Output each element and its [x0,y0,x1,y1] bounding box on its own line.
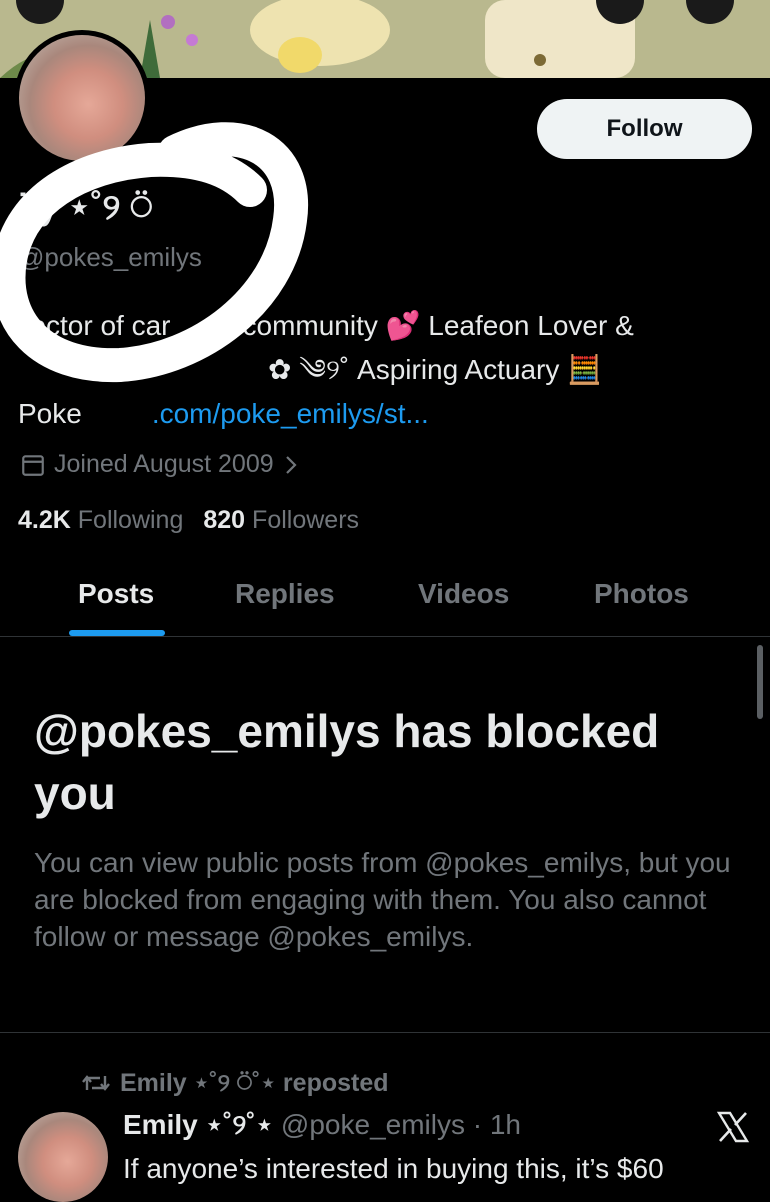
blocked-description: You can view public posts from @pokes_em… [34,847,731,952]
following-link[interactable]: 4.2K Following [18,506,183,535]
bio-text-1: llector of car [18,310,171,341]
tab-photos[interactable]: Photos [594,578,689,610]
avatar-image [19,35,145,161]
repost-icon [82,1075,110,1091]
calendar-icon [22,454,44,476]
post-author[interactable]: Emily ⋆˚୨˚⋆ [123,1109,273,1140]
divider [0,1032,770,1033]
post-avatar[interactable] [18,1112,108,1202]
follow-stats: 4.2K Following 820 Followers [18,506,359,535]
chevron-right-icon [285,455,297,474]
bio-text-2: ✿ ༄୨˚ Aspiring Actuary 🧮 [268,354,602,385]
bio-link[interactable]: .com/poke_emilys/st... [152,398,429,429]
followers-link[interactable]: 820 Followers [203,506,359,535]
tab-posts[interactable]: Posts [78,578,154,610]
repost-indicator: Emily ⋆˚୨ ⍥˚⋆ reposted [82,1068,389,1098]
tab-replies[interactable]: Replies [235,578,335,610]
tab-videos[interactable]: Videos [418,578,509,610]
scrollbar[interactable] [757,645,763,719]
profile-tabs: Posts Replies Videos Photos [0,560,770,637]
joined-label: Joined August 2009 [54,450,274,478]
post-text: If anyone’s interested in buying this, i… [123,1153,664,1184]
profile-bio: llector of car community 💕 Leafeon Lover … [18,304,748,436]
profile-avatar[interactable] [14,30,150,166]
blocked-title: @pokes_emilys has blocked you [34,705,660,819]
profile-handle: @pokes_emilys [18,242,202,272]
bio-text-3: Poke [18,398,82,429]
display-name: ily ⋆˚୨ ⍥ [18,186,153,227]
active-tab-indicator [69,630,165,636]
post-header: Emily ⋆˚୨˚⋆ @poke_emilys · 1h [123,1108,521,1142]
bio-text-1b: community 💕 Leafeon Lover & [242,310,634,341]
repost-label: Emily ⋆˚୨ ⍥˚⋆ reposted [120,1069,389,1097]
follow-button[interactable]: Follow [537,99,752,159]
post-meta: @poke_emilys · 1h [280,1109,521,1140]
x-logo-icon [716,1111,750,1143]
joined-date[interactable]: Joined August 2009 [20,450,300,479]
